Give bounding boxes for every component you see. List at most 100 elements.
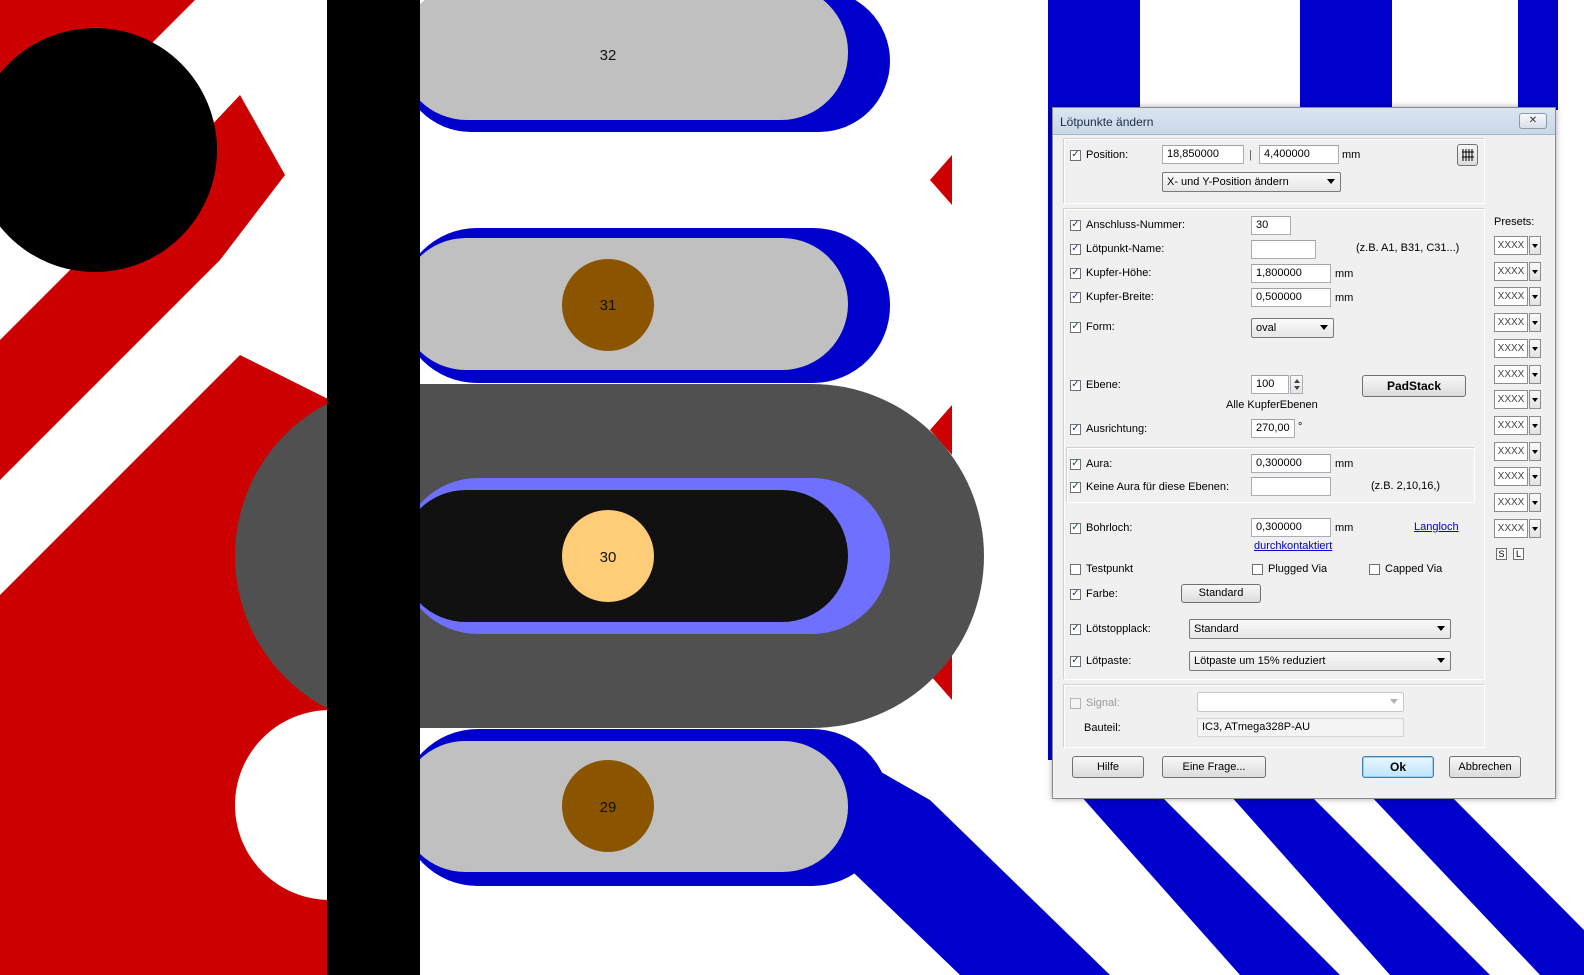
preset-value[interactable]: XXXX (1494, 236, 1528, 255)
close-button[interactable]: ✕ (1519, 113, 1547, 129)
solder-paste-select[interactable]: Lötpaste um 15% reduziert (1189, 651, 1451, 671)
preset-dropdown[interactable] (1529, 390, 1541, 410)
preset-dropdown[interactable] (1529, 415, 1541, 435)
position-x-input[interactable]: 18,850000 (1162, 145, 1244, 164)
solder-mask-checkbox[interactable]: ✓ (1070, 623, 1081, 635)
copper-height-unit: mm (1335, 268, 1354, 280)
no-aura-input[interactable] (1251, 477, 1331, 496)
pad-31[interactable]: 31 (400, 228, 890, 383)
preset-1[interactable]: XXXX (1494, 236, 1542, 255)
pad-29[interactable]: 29 (400, 729, 890, 886)
preset-value[interactable]: XXXX (1494, 518, 1528, 538)
pad-name-input[interactable] (1251, 240, 1316, 259)
preset-value[interactable]: XXXX (1494, 364, 1528, 384)
orientation-checkbox[interactable]: ✓ (1070, 423, 1081, 435)
help-button[interactable]: Hilfe (1072, 756, 1144, 778)
preset-value[interactable]: XXXX (1494, 390, 1528, 410)
preset-dropdown[interactable] (1529, 493, 1541, 512)
preset-5[interactable]: XXXX (1494, 338, 1542, 358)
orientation-input[interactable]: 270,00 (1251, 419, 1295, 438)
position-row: ✓ Position: (1070, 146, 1128, 164)
shape-select[interactable]: oval (1251, 318, 1334, 338)
cancel-button[interactable]: Abbrechen (1449, 756, 1521, 778)
capped-via-checkbox[interactable] (1369, 563, 1380, 575)
dialog-titlebar[interactable]: Lötpunkte ändern ✕ (1053, 108, 1555, 135)
preset-value[interactable]: XXXX (1494, 338, 1528, 358)
ok-button[interactable]: Ok (1362, 756, 1434, 778)
orientation-row: ✓ Ausrichtung: (1070, 420, 1147, 438)
copper-height-input[interactable]: 1,800000 (1251, 264, 1331, 283)
preset-value[interactable]: XXXX (1494, 261, 1528, 281)
chevron-down-icon (1320, 325, 1328, 330)
padstack-button[interactable]: PadStack (1362, 375, 1466, 397)
layer-checkbox[interactable]: ✓ (1070, 379, 1081, 391)
preset-7[interactable]: XXXX (1494, 390, 1542, 410)
pin-number-checkbox[interactable]: ✓ (1070, 219, 1081, 231)
preset-value[interactable]: XXXX (1494, 313, 1528, 333)
shape-checkbox[interactable]: ✓ (1070, 321, 1081, 333)
preset-8[interactable]: XXXX (1494, 415, 1542, 435)
preset-9[interactable]: XXXX (1494, 441, 1542, 461)
no-aura-checkbox[interactable]: ✓ (1070, 481, 1081, 493)
signal-select[interactable] (1197, 692, 1404, 712)
preset-3[interactable]: XXXX (1494, 287, 1542, 307)
plated-through-link[interactable]: durchkontaktiert (1254, 540, 1332, 552)
copper-width-checkbox[interactable]: ✓ (1070, 291, 1081, 303)
aura-checkbox[interactable]: ✓ (1070, 458, 1081, 470)
color-standard-button[interactable]: Standard (1181, 584, 1261, 603)
preset-6[interactable]: XXXX (1494, 364, 1542, 384)
preset-dropdown[interactable] (1529, 518, 1541, 538)
close-icon: ✕ (1528, 115, 1538, 126)
chevron-down-icon (1532, 526, 1538, 531)
preset-value[interactable]: XXXX (1494, 287, 1528, 307)
aura-input[interactable]: 0,300000 (1251, 454, 1331, 473)
copper-width-input[interactable]: 0,500000 (1251, 288, 1331, 307)
pad-name-checkbox[interactable]: ✓ (1070, 243, 1081, 255)
capped-via-label: Capped Via (1385, 563, 1443, 575)
slot-hole-link[interactable]: Langloch (1414, 521, 1459, 533)
preset-load-button[interactable]: L (1513, 548, 1524, 560)
plugged-via-checkbox[interactable] (1252, 563, 1263, 575)
preset-dropdown[interactable] (1529, 313, 1541, 333)
preset-dropdown[interactable] (1529, 467, 1541, 487)
chevron-down-icon (1532, 269, 1538, 274)
pin-number-input[interactable]: 30 (1251, 216, 1291, 235)
preset-value[interactable]: XXXX (1494, 493, 1528, 512)
pad-number: 32 (600, 47, 617, 64)
solder-paste-checkbox[interactable]: ✓ (1070, 655, 1081, 667)
preset-value[interactable]: XXXX (1494, 415, 1528, 435)
position-checkbox[interactable]: ✓ (1070, 149, 1081, 161)
preset-dropdown[interactable] (1529, 441, 1541, 461)
preset-4[interactable]: XXXX (1494, 313, 1542, 333)
solder-mask-select[interactable]: Standard (1189, 619, 1451, 639)
pad-32[interactable]: 32 (400, 0, 890, 132)
preset-12[interactable]: XXXX (1494, 518, 1542, 538)
signal-checkbox[interactable] (1070, 697, 1081, 709)
solder-paste-label: Lötpaste: (1086, 655, 1132, 667)
drill-checkbox[interactable]: ✓ (1070, 522, 1081, 534)
layer-spinner[interactable] (1290, 375, 1303, 394)
color-checkbox[interactable]: ✓ (1070, 588, 1081, 600)
arrow-up-icon (1294, 379, 1300, 383)
preset-value[interactable]: XXXX (1494, 467, 1528, 487)
preset-dropdown[interactable] (1529, 261, 1541, 281)
position-mode-select[interactable]: X- und Y-Position ändern (1162, 172, 1341, 192)
copper-height-checkbox[interactable]: ✓ (1070, 267, 1081, 279)
position-y-input[interactable]: 4,400000 (1259, 145, 1339, 164)
preset-dropdown[interactable] (1529, 338, 1541, 358)
component-field: IC3, ATmega328P-AU (1197, 718, 1404, 737)
preset-value[interactable]: XXXX (1494, 441, 1528, 461)
layer-input[interactable]: 100 (1251, 375, 1289, 394)
ask-question-button[interactable]: Eine Frage... (1162, 756, 1266, 778)
preset-2[interactable]: XXXX (1494, 261, 1542, 281)
preset-11[interactable]: XXXX (1494, 493, 1542, 512)
preset-10[interactable]: XXXX (1494, 467, 1542, 487)
testpoint-checkbox[interactable] (1070, 563, 1081, 575)
preset-dropdown[interactable] (1529, 364, 1541, 384)
preset-dropdown[interactable] (1529, 236, 1541, 255)
preset-dropdown[interactable] (1529, 287, 1541, 307)
preset-save-button[interactable]: S (1496, 548, 1507, 560)
copper-width-unit: mm (1335, 292, 1354, 304)
grid-button[interactable] (1457, 144, 1478, 166)
drill-input[interactable]: 0,300000 (1251, 518, 1331, 537)
